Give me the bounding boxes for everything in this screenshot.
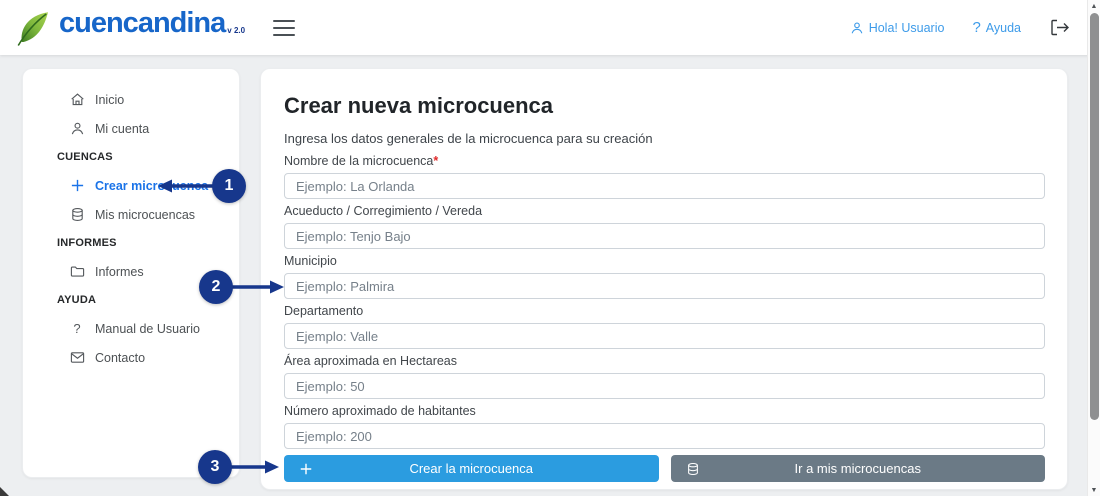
database-icon bbox=[69, 207, 85, 223]
ir-mis-microcuencas-button[interactable]: Ir a mis microcuencas bbox=[671, 455, 1046, 482]
help-label: Ayuda bbox=[986, 21, 1021, 35]
scroll-down-icon[interactable]: ▼ bbox=[1088, 484, 1100, 496]
label-text: Nombre de la microcuenca bbox=[284, 154, 433, 168]
sidebar-label: Mis microcuencas bbox=[95, 208, 195, 222]
person-icon bbox=[69, 121, 85, 137]
field-label-area: Área aproximada en Hectareas bbox=[284, 355, 1045, 368]
field-label-nombre: Nombre de la microcuenca* bbox=[284, 155, 1045, 168]
sidebar-label: Mi cuenta bbox=[95, 122, 149, 136]
logout-icon bbox=[1049, 19, 1070, 36]
user-greeting-link[interactable]: Hola! Usuario bbox=[850, 21, 945, 35]
area-hectareas-input[interactable] bbox=[284, 373, 1045, 399]
sidebar-item-crear-microcuenca[interactable]: Crear microcuenca bbox=[23, 171, 239, 200]
sidebar-item-contacto[interactable]: Contacto bbox=[23, 343, 239, 372]
field-label-acueducto: Acueducto / Corregimiento / Vereda bbox=[284, 205, 1045, 218]
field-label-municipio: Municipio bbox=[284, 255, 1045, 268]
header-actions: Hola! Usuario ? Ayuda bbox=[850, 19, 1070, 36]
form-actions: Crear la microcuenca Ir a mis microcuenc… bbox=[284, 455, 1045, 482]
logo-version: v 2.0 bbox=[227, 26, 245, 35]
sidebar-section-informes: INFORMES bbox=[23, 229, 239, 257]
button-label: Crear la microcuenca bbox=[409, 461, 533, 476]
page-subtitle: Ingresa los datos generales de la microc… bbox=[284, 131, 1045, 146]
app-logo[interactable]: cuencandina v 2.0 bbox=[13, 2, 245, 53]
question-icon: ? bbox=[972, 19, 980, 36]
habitantes-input[interactable] bbox=[284, 423, 1045, 449]
plus-icon bbox=[299, 462, 313, 476]
departamento-input[interactable] bbox=[284, 323, 1045, 349]
home-icon bbox=[69, 92, 85, 108]
user-icon bbox=[850, 21, 864, 35]
sidebar-item-manual-de-usuario[interactable]: ? Manual de Usuario bbox=[23, 314, 239, 343]
user-greeting-label: Hola! Usuario bbox=[869, 21, 945, 35]
logout-button[interactable] bbox=[1049, 19, 1070, 36]
crear-microcuenca-button[interactable]: Crear la microcuenca bbox=[284, 455, 659, 482]
menu-toggle-icon[interactable] bbox=[273, 20, 295, 36]
page-title: Crear nueva microcuenca bbox=[284, 95, 1045, 117]
sidebar-label: Contacto bbox=[95, 351, 145, 365]
acueducto-input[interactable] bbox=[284, 223, 1045, 249]
municipio-input[interactable] bbox=[284, 273, 1045, 299]
sidebar-label: Inicio bbox=[95, 93, 124, 107]
database-icon bbox=[686, 462, 700, 476]
sidebar-label: Crear microcuenca bbox=[95, 179, 208, 193]
envelope-icon bbox=[69, 350, 85, 366]
plus-icon bbox=[69, 178, 85, 194]
sidebar-label: Informes bbox=[95, 265, 144, 279]
vertical-scrollbar[interactable]: ▲ ▼ bbox=[1087, 0, 1100, 496]
sidebar-label: Manual de Usuario bbox=[95, 322, 200, 336]
scroll-up-icon[interactable]: ▲ bbox=[1088, 0, 1100, 12]
create-microcuenca-panel: Crear nueva microcuenca Ingresa los dato… bbox=[260, 68, 1068, 490]
app-header: cuencandina v 2.0 Hola! Usuario ? Ayuda bbox=[0, 0, 1100, 55]
sidebar-item-inicio[interactable]: Inicio bbox=[23, 85, 239, 114]
button-label: Ir a mis microcuencas bbox=[795, 461, 921, 476]
question-icon: ? bbox=[69, 321, 85, 337]
nombre-microcuenca-input[interactable] bbox=[284, 173, 1045, 199]
help-link[interactable]: ? Ayuda bbox=[972, 19, 1021, 36]
annotation-step-3: 3 bbox=[198, 450, 232, 484]
sidebar-section-cuencas: CUENCAS bbox=[23, 143, 239, 171]
sidebar-item-mi-cuenta[interactable]: Mi cuenta bbox=[23, 114, 239, 143]
field-label-habitantes: Número aproximado de habitantes bbox=[284, 405, 1045, 418]
scrollbar-thumb[interactable] bbox=[1090, 13, 1099, 420]
required-asterisk: * bbox=[433, 154, 438, 168]
annotation-step-1: 1 bbox=[212, 169, 246, 203]
sidebar-item-mis-microcuencas[interactable]: Mis microcuencas bbox=[23, 200, 239, 229]
annotation-step-2: 2 bbox=[199, 270, 233, 304]
folder-icon bbox=[69, 264, 85, 280]
leaf-logo-icon bbox=[13, 8, 55, 53]
corner-artifact bbox=[0, 487, 9, 496]
field-label-departamento: Departamento bbox=[284, 305, 1045, 318]
logo-wordmark: cuencandina bbox=[59, 2, 225, 44]
